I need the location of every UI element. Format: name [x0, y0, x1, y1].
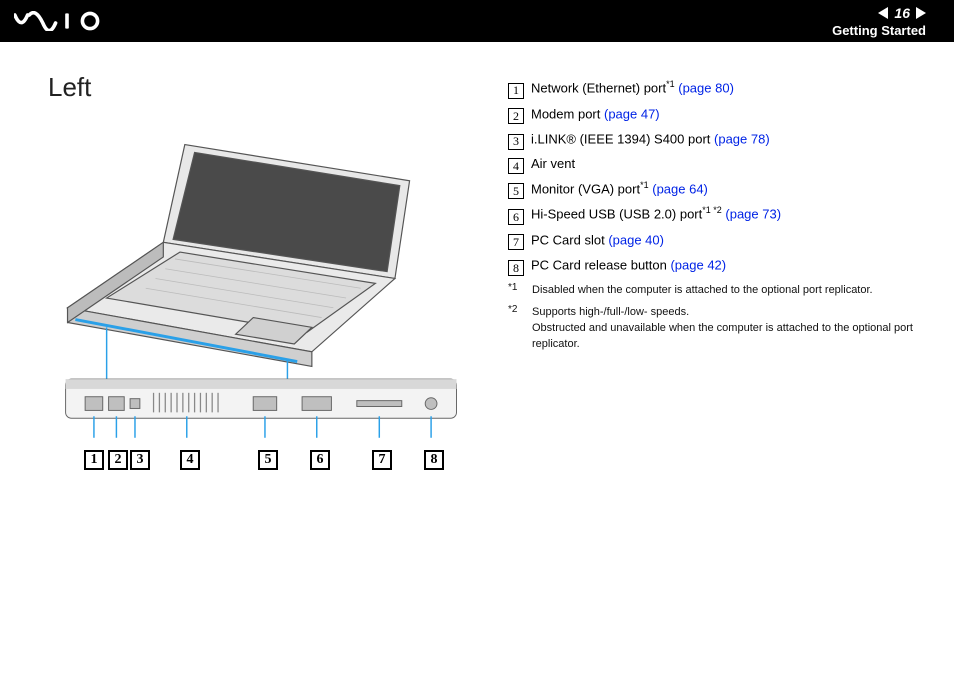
callout-8: 8 — [424, 450, 444, 470]
legend-num: 5 — [508, 183, 524, 199]
callout-5: 5 — [258, 450, 278, 470]
legend-text: Air vent — [531, 155, 575, 173]
callout-1: 1 — [84, 450, 104, 470]
callout-2: 2 — [108, 450, 128, 470]
left-column: Left — [48, 72, 488, 476]
callout-7: 7 — [372, 450, 392, 470]
footnote-text: Disabled when the computer is attached t… — [532, 283, 873, 299]
prev-page-icon[interactable] — [878, 7, 888, 19]
header-right: 16 Getting Started — [832, 5, 926, 38]
callout-6: 6 — [310, 450, 330, 470]
legend-item: 3 i.LINK® (IEEE 1394) S400 port (page 78… — [508, 129, 926, 149]
callout-4: 4 — [180, 450, 200, 470]
page-link[interactable]: (page 47) — [604, 106, 660, 121]
legend-text: PC Card release button (page 42) — [531, 255, 726, 275]
legend-item: 6 Hi-Speed USB (USB 2.0) port*1 *2 (page… — [508, 204, 926, 224]
legend-item: 4 Air vent — [508, 155, 926, 173]
page-nav: 16 — [832, 5, 926, 21]
legend-text: PC Card slot (page 40) — [531, 230, 664, 250]
callout-3: 3 — [130, 450, 150, 470]
page-link[interactable]: (page 80) — [678, 80, 734, 95]
legend-num: 1 — [508, 83, 524, 99]
legend-num: 7 — [508, 234, 524, 250]
footnote: *1 Disabled when the computer is attache… — [508, 283, 926, 299]
legend-text: Hi-Speed USB (USB 2.0) port*1 *2 (page 7… — [531, 204, 781, 224]
page-link[interactable]: (page 73) — [725, 207, 781, 222]
legend-text: Network (Ethernet) port*1 (page 80) — [531, 78, 734, 98]
page-link[interactable]: (page 40) — [608, 232, 664, 247]
legend-item: 1 Network (Ethernet) port*1 (page 80) — [508, 78, 926, 98]
footnote-mark: *2 — [508, 303, 522, 351]
legend-num: 6 — [508, 209, 524, 225]
page-link[interactable]: (page 64) — [652, 181, 708, 196]
legend-item: 5 Monitor (VGA) port*1 (page 64) — [508, 179, 926, 199]
diagram-callouts: 1 2 3 4 5 6 7 8 — [48, 450, 478, 476]
legend-item: 8 PC Card release button (page 42) — [508, 255, 926, 275]
right-column: 1 Network (Ethernet) port*1 (page 80) 2 … — [508, 72, 926, 476]
port-legend: 1 Network (Ethernet) port*1 (page 80) 2 … — [508, 78, 926, 275]
legend-text: Monitor (VGA) port*1 (page 64) — [531, 179, 708, 199]
page-link[interactable]: (page 78) — [714, 131, 770, 146]
legend-num: 4 — [508, 158, 524, 174]
product-illustration: 1 2 3 4 5 6 7 8 — [48, 127, 478, 476]
vaio-logo — [14, 11, 118, 31]
footnote: *2 Supports high-/full-/low- speeds. Obs… — [508, 305, 926, 353]
legend-text: Modem port (page 47) — [531, 104, 660, 124]
next-page-icon[interactable] — [916, 7, 926, 19]
legend-num: 8 — [508, 260, 524, 276]
legend-item: 2 Modem port (page 47) — [508, 104, 926, 124]
legend-num: 3 — [508, 134, 524, 150]
section-name: Getting Started — [832, 23, 926, 38]
footnotes: *1 Disabled when the computer is attache… — [508, 283, 926, 353]
footnote-mark: *1 — [508, 281, 522, 297]
page-link[interactable]: (page 42) — [670, 258, 726, 273]
header-bar: 16 Getting Started — [0, 0, 954, 42]
legend-num: 2 — [508, 108, 524, 124]
footnote-text: Supports high-/full-/low- speeds. Obstru… — [532, 305, 926, 353]
page-content: Left — [0, 42, 954, 476]
legend-text: i.LINK® (IEEE 1394) S400 port (page 78) — [531, 129, 770, 149]
page-number: 16 — [894, 5, 910, 21]
legend-item: 7 PC Card slot (page 40) — [508, 230, 926, 250]
page-title: Left — [48, 72, 488, 103]
